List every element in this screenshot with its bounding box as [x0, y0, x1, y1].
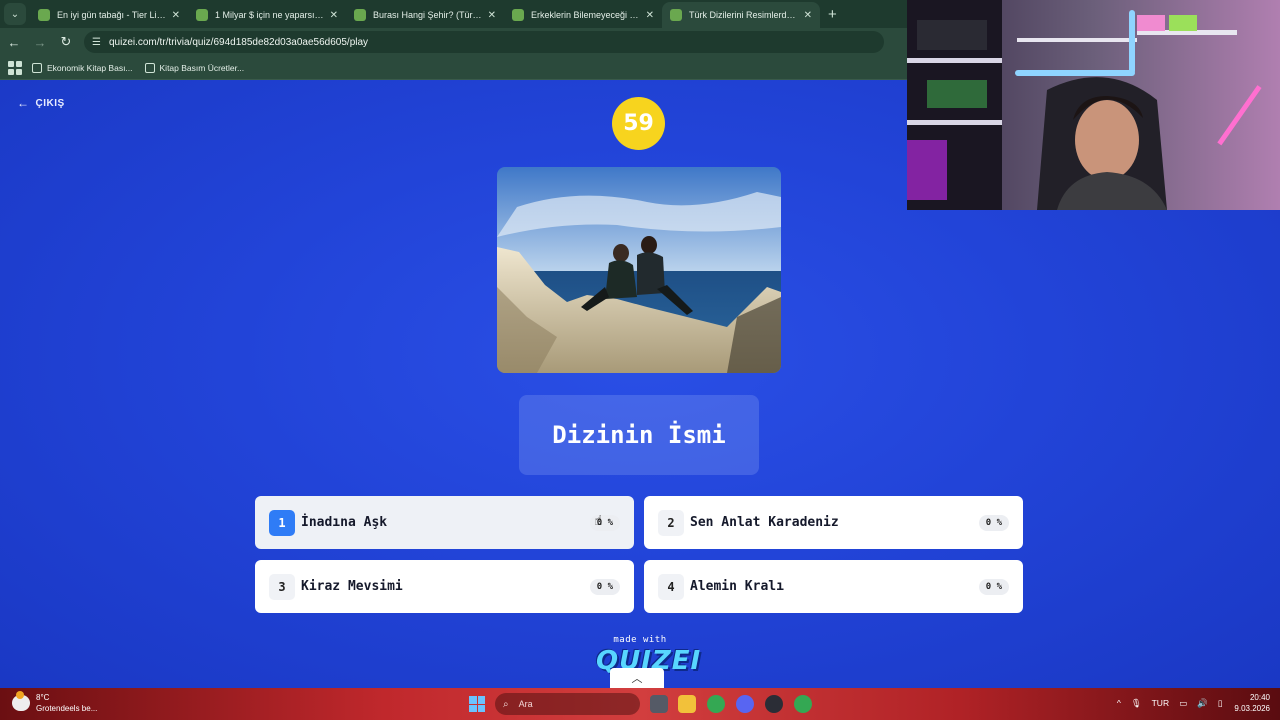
made-with-text: made with: [613, 635, 667, 645]
search-placeholder: Ara: [518, 699, 533, 709]
answer-number: 3: [269, 573, 295, 600]
exit-label: ÇIKIŞ: [35, 97, 65, 109]
search-icon: ⌕: [503, 698, 509, 710]
tab-title: En iyi gün tabağı - Tier List, Kı: [57, 10, 166, 20]
volume-icon[interactable]: 🔊: [1197, 698, 1208, 709]
close-icon[interactable]: ✕: [172, 10, 180, 21]
weather-desc: Grotendeels be...: [36, 704, 98, 713]
apps-grid-icon[interactable]: [8, 60, 22, 75]
question-image: [497, 167, 781, 373]
tab-title: Erkeklerin Bilemeyeceği Şeyler: [531, 10, 640, 20]
clock[interactable]: 20:40 9.03.2026: [1234, 692, 1270, 714]
tab-search-icon[interactable]: ⌄: [4, 3, 26, 25]
bookmark-icon: [144, 62, 155, 73]
back-icon[interactable]: ←: [2, 30, 26, 54]
close-icon[interactable]: ✕: [488, 10, 496, 21]
answer-label: İnadına Aşk: [301, 515, 388, 530]
answer-number: 4: [658, 573, 684, 600]
answer-label: Alemin Kralı: [690, 579, 784, 594]
bookmark-1[interactable]: Ekonomik Kitap Bası...: [32, 62, 133, 73]
tab-2[interactable]: 1 Milyar $ için ne yaparsın? - Ti ✕: [188, 2, 346, 28]
tab-5-active[interactable]: Türk Dizilerini Resimlerden Tahı ✕: [662, 2, 820, 28]
hand-cursor-icon: ☝: [594, 512, 603, 528]
close-icon[interactable]: ✕: [804, 10, 812, 21]
countdown-timer: 59: [612, 97, 665, 150]
discord-icon[interactable]: [736, 695, 754, 713]
url-text: quizei.com/tr/trivia/quiz/694d185de82d03…: [108, 36, 369, 48]
answer-option-1[interactable]: 1 İnadına Aşk 0 %: [255, 496, 634, 549]
browser-toolbar: ← → ↻ ☰ quizei.com/tr/trivia/quiz/694d18…: [0, 28, 907, 56]
favicon-icon: [196, 9, 208, 21]
chrome-icon[interactable]: [707, 695, 725, 713]
answer-option-2[interactable]: 2 Sen Anlat Karadeniz 0 %: [644, 496, 1023, 549]
answer-option-3[interactable]: 3 Kiraz Mevsimi 0 %: [255, 560, 634, 613]
bookmark-icon: [32, 62, 42, 73]
question-title: Dizinin İsmi: [519, 395, 759, 475]
site-info-icon[interactable]: ☰: [92, 37, 101, 48]
tab-title: Burası Hangi Şehir? (Türkiye) -: [373, 10, 482, 20]
close-icon[interactable]: ✕: [646, 10, 654, 21]
tab-1[interactable]: En iyi gün tabağı - Tier List, Kı ✕: [30, 2, 188, 28]
weather-cloud-sun-icon: [12, 691, 30, 711]
tab-4[interactable]: Erkeklerin Bilemeyeceği Şeyler ✕: [504, 2, 662, 28]
clock-time: 20:40: [1249, 693, 1270, 702]
answer-percent: 0 %: [978, 514, 1009, 531]
webcam-overlay: [907, 0, 1280, 210]
answer-number: 2: [658, 509, 684, 536]
bookmark-label: Ekonomik Kitap Bası...: [47, 62, 133, 73]
bookmarks-bar: Ekonomik Kitap Bası... Kitap Basım Ücret…: [0, 56, 907, 80]
task-view-icon[interactable]: [650, 695, 668, 713]
obs-icon[interactable]: [765, 695, 783, 713]
seaside-photo: [497, 167, 781, 373]
answer-label: Kiraz Mevsimi: [301, 579, 403, 594]
windows-start-icon[interactable]: [469, 696, 485, 712]
chrome-profile-icon[interactable]: [794, 695, 812, 713]
answer-number: 1: [269, 509, 295, 536]
favicon-icon: [670, 9, 682, 21]
favicon-icon: [354, 9, 366, 21]
clock-date: 9.03.2026: [1234, 704, 1270, 713]
tab-title: 1 Milyar $ için ne yaparsın? - Ti: [215, 10, 324, 20]
answer-percent: 0 %: [589, 578, 620, 595]
forward-icon[interactable]: →: [28, 30, 52, 54]
favicon-icon: [38, 9, 50, 21]
tab-strip: ⌄ En iyi gün tabağı - Tier List, Kı ✕ 1 …: [0, 0, 907, 28]
answer-percent: 0 %: [978, 578, 1009, 595]
file-explorer-icon[interactable]: [678, 695, 696, 713]
chevron-up-icon[interactable]: ^: [1117, 698, 1121, 708]
new-tab-icon[interactable]: +: [828, 6, 837, 23]
weather-widget[interactable]: 8°C Grotendeels be...: [12, 691, 98, 714]
bookmark-label: Kitap Basım Ücretler...: [159, 62, 245, 73]
address-bar[interactable]: ☰ quizei.com/tr/trivia/quiz/694d185de82d…: [84, 31, 884, 53]
tab-3[interactable]: Burası Hangi Şehir? (Türkiye) - ✕: [346, 2, 504, 28]
system-tray: ^ 🎙 TUR ▭ 🔊 ▯ 20:40 9.03.2026: [1107, 692, 1270, 714]
reload-icon[interactable]: ↻: [54, 30, 78, 54]
answer-option-4[interactable]: 4 Alemin Kralı 0 %: [644, 560, 1023, 613]
arrow-left-icon: ←: [17, 96, 30, 110]
bookmark-2[interactable]: Kitap Basım Ücretler...: [144, 62, 245, 73]
tab-title: Türk Dizilerini Resimlerden Tahı: [689, 10, 798, 20]
network-icon[interactable]: ▭: [1179, 698, 1187, 709]
weather-temp: 8°C: [36, 693, 50, 702]
taskbar-search[interactable]: ⌕ Ara: [495, 693, 640, 715]
battery-icon[interactable]: ▯: [1218, 698, 1223, 709]
streamer-webcam-image: [907, 0, 1280, 210]
exit-button[interactable]: ← ÇIKIŞ: [17, 96, 65, 110]
windows-taskbar: 8°C Grotendeels be... ⌕ Ara ^ 🎙 TUR ▭ 🔊 …: [0, 688, 1280, 720]
chevron-up-icon[interactable]: ︿: [610, 668, 664, 688]
close-icon[interactable]: ✕: [330, 10, 338, 21]
language-indicator[interactable]: TUR: [1152, 698, 1169, 708]
answer-label: Sen Anlat Karadeniz: [690, 515, 839, 530]
favicon-icon: [512, 9, 524, 21]
microphone-icon[interactable]: 🎙: [1131, 698, 1142, 709]
